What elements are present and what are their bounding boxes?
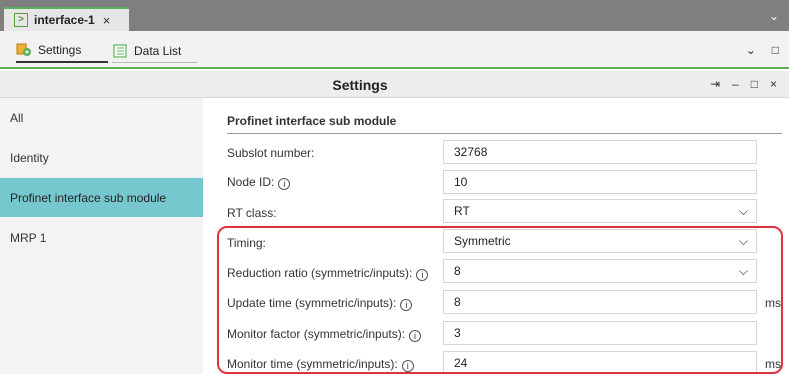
subslot-number-label-text: Subslot number: [227, 146, 315, 160]
reduction-ratio-value: 8 [454, 264, 461, 278]
reduction-ratio-label: Reduction ratio (symmetric/inputs): i [227, 266, 429, 281]
settings-content: Profinet interface sub module Subslot nu… [203, 98, 789, 374]
nav-item-profinet-interface-sub-module[interactable]: Profinet interface sub module [0, 178, 203, 217]
rt-class-label: RT class: [227, 206, 277, 220]
update-time-unit: ms [765, 296, 781, 310]
document-tab[interactable]: > interface-1 × [4, 7, 129, 31]
chevron-down-icon: ⌵ [738, 204, 748, 218]
node-id-label: Node ID: i [227, 175, 291, 190]
document-tab-label: interface-1 [34, 13, 95, 27]
info-icon[interactable]: i [416, 269, 429, 281]
view-toolbar: Settings Data List ⌄ □ [0, 31, 789, 69]
settings-icon [16, 43, 31, 56]
nav-item-mrp-1[interactable]: MRP 1 [0, 218, 203, 257]
node-id-label-text: Node ID: [227, 175, 275, 189]
chevron-down-icon: ⌵ [738, 264, 748, 278]
close-tab-icon[interactable]: × [103, 13, 111, 28]
maximize-icon[interactable]: □ [772, 43, 779, 57]
monitor-time-unit: ms [765, 357, 781, 371]
section-title: Profinet interface sub module [227, 114, 782, 134]
rt-class-value: RT [454, 204, 470, 218]
restore-icon[interactable]: □ [751, 77, 758, 91]
monitor-time-label-text: Monitor time (symmetric/inputs): [227, 357, 398, 371]
chevron-down-icon[interactable]: ⌄ [763, 6, 785, 26]
update-time-field[interactable]: 8 [443, 290, 757, 314]
toolbar-window-buttons: ⌄ □ [746, 43, 779, 57]
panel-title: Settings [332, 77, 388, 93]
reduction-ratio-select[interactable]: 8 ⌵ [443, 259, 757, 283]
nav-item-all[interactable]: All [0, 98, 203, 137]
monitor-factor-label: Monitor factor (symmetric/inputs): i [227, 327, 422, 342]
tab-data-list-label: Data List [134, 43, 182, 58]
subslot-number-label: Subslot number: [227, 146, 314, 160]
close-icon[interactable]: × [770, 77, 777, 91]
info-icon[interactable]: i [401, 360, 414, 372]
chevron-down-icon: ⌵ [738, 234, 748, 248]
info-icon[interactable]: i [400, 299, 413, 311]
info-icon[interactable]: i [409, 330, 422, 342]
subslot-number-field[interactable]: 32768 [443, 140, 757, 164]
monitor-time-label: Monitor time (symmetric/inputs): i [227, 357, 414, 372]
monitor-factor-label-text: Monitor factor (symmetric/inputs): [227, 327, 406, 341]
monitor-time-field[interactable]: 24 [443, 351, 757, 374]
timing-value: Symmetric [454, 234, 511, 248]
tab-data-list[interactable]: Data List [112, 39, 197, 63]
pin-icon[interactable]: ⇥ [710, 77, 720, 91]
node-id-field[interactable]: 10 [443, 170, 757, 194]
tab-settings-label: Settings [38, 43, 82, 57]
tab-settings[interactable]: Settings [16, 39, 108, 63]
minimize-icon[interactable]: – [732, 77, 739, 91]
list-icon [113, 43, 127, 58]
update-time-label-text: Update time (symmetric/inputs): [227, 296, 397, 310]
console-icon: > [14, 13, 28, 27]
nav-item-identity[interactable]: Identity [0, 138, 203, 177]
timing-label: Timing: [227, 236, 266, 250]
chevron-down-icon[interactable]: ⌄ [746, 43, 756, 57]
settings-panel-header: Settings ⇥ – □ × [0, 71, 789, 98]
rt-class-select[interactable]: RT ⌵ [443, 199, 757, 223]
reduction-ratio-label-text: Reduction ratio (symmetric/inputs): [227, 266, 413, 280]
timing-label-text: Timing: [227, 236, 266, 250]
settings-nav: All Identity Profinet interface sub modu… [0, 98, 203, 374]
timing-select[interactable]: Symmetric ⌵ [443, 229, 757, 253]
monitor-factor-field[interactable]: 3 [443, 321, 757, 345]
document-tab-bar: > interface-1 × ⌄ [0, 0, 789, 31]
rt-class-label-text: RT class: [227, 206, 277, 220]
info-icon[interactable]: i [278, 178, 291, 190]
panel-window-buttons: ⇥ – □ × [710, 77, 777, 91]
update-time-label: Update time (symmetric/inputs): i [227, 296, 413, 311]
